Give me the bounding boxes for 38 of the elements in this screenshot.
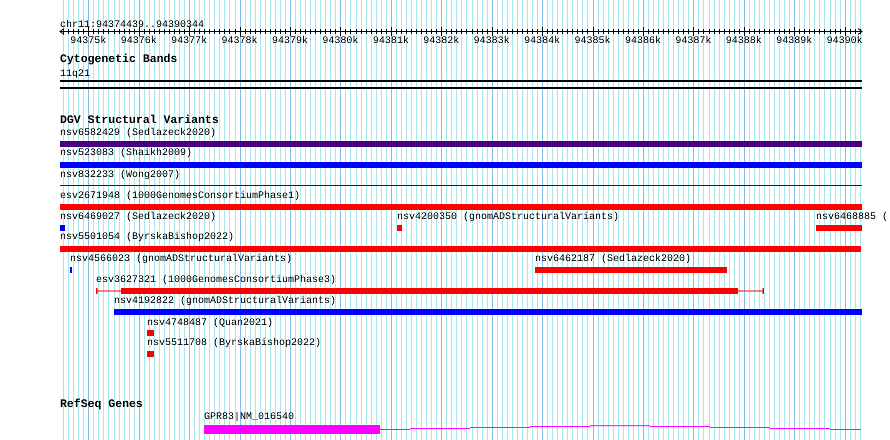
- variant-label[interactable]: nsv4566023 (gnomADStructuralVariants): [70, 254, 292, 266]
- variant-label[interactable]: nsv5511708 (ByrskaBishop2022): [147, 338, 322, 350]
- variant-label[interactable]: nsv832233 (Wong2007): [60, 170, 180, 182]
- variant-label[interactable]: nsv6468885 (: [816, 212, 888, 224]
- tick-label: 94376k: [120, 36, 157, 48]
- tick-label: 94383k: [474, 36, 510, 48]
- variant-label[interactable]: nsv5501054 (ByrskaBishop2022): [60, 232, 234, 244]
- tick-label: 94381k: [372, 36, 409, 48]
- variant-label[interactable]: nsv4748487 (Quan2021): [147, 318, 274, 330]
- tick-label: 94388k: [726, 36, 762, 48]
- variant-label[interactable]: nsv4200350 (gnomADStructuralVariants): [397, 212, 620, 224]
- gene-model[interactable]: [204, 425, 862, 434]
- variant-label[interactable]: nsv523083 (Shaikh2009): [60, 148, 192, 160]
- variant-label[interactable]: esv2671948 (1000GenomesConsortiumPhase1): [60, 191, 300, 203]
- tick-label: 94382k: [423, 36, 460, 48]
- tick-label: 94377k: [171, 36, 208, 48]
- tick-label: 94387k: [675, 36, 712, 48]
- variant-label[interactable]: esv3627321 (1000GenomesConsortiumPhase3): [96, 275, 336, 287]
- tick-label: 94378k: [222, 36, 258, 48]
- track-title: RefSeq Genes: [60, 399, 143, 411]
- track-title: Cytogenetic Bands: [60, 54, 178, 66]
- tick-label: 94379k: [272, 36, 308, 48]
- variant-label[interactable]: nsv6582429 (Sedlazeck2020): [60, 128, 216, 140]
- tick-label: 94386k: [624, 36, 661, 48]
- tick-label: 94380k: [322, 36, 358, 48]
- location-label: chr11:94374439..94390344: [60, 20, 204, 32]
- tick-label: 94375k: [70, 36, 106, 48]
- tick-label: 94384k: [524, 36, 560, 48]
- tick-label: 94390k: [826, 36, 863, 48]
- tick-label: 94389k: [776, 36, 812, 48]
- variant-label[interactable]: nsv6469027 (Sedlazeck2020): [60, 212, 216, 224]
- variant-bar[interactable]: [96, 288, 764, 294]
- band-label: 11q21: [60, 69, 90, 81]
- tick-label: 94385k: [574, 36, 611, 48]
- gene-label[interactable]: GPR83|NM_016540: [204, 412, 294, 424]
- track-title: DGV Structural Variants: [60, 115, 219, 127]
- variant-label[interactable]: nsv6462187 (Sedlazeck2020): [535, 254, 692, 266]
- variant-label[interactable]: nsv4192822 (gnomADStructuralVariants): [114, 296, 336, 308]
